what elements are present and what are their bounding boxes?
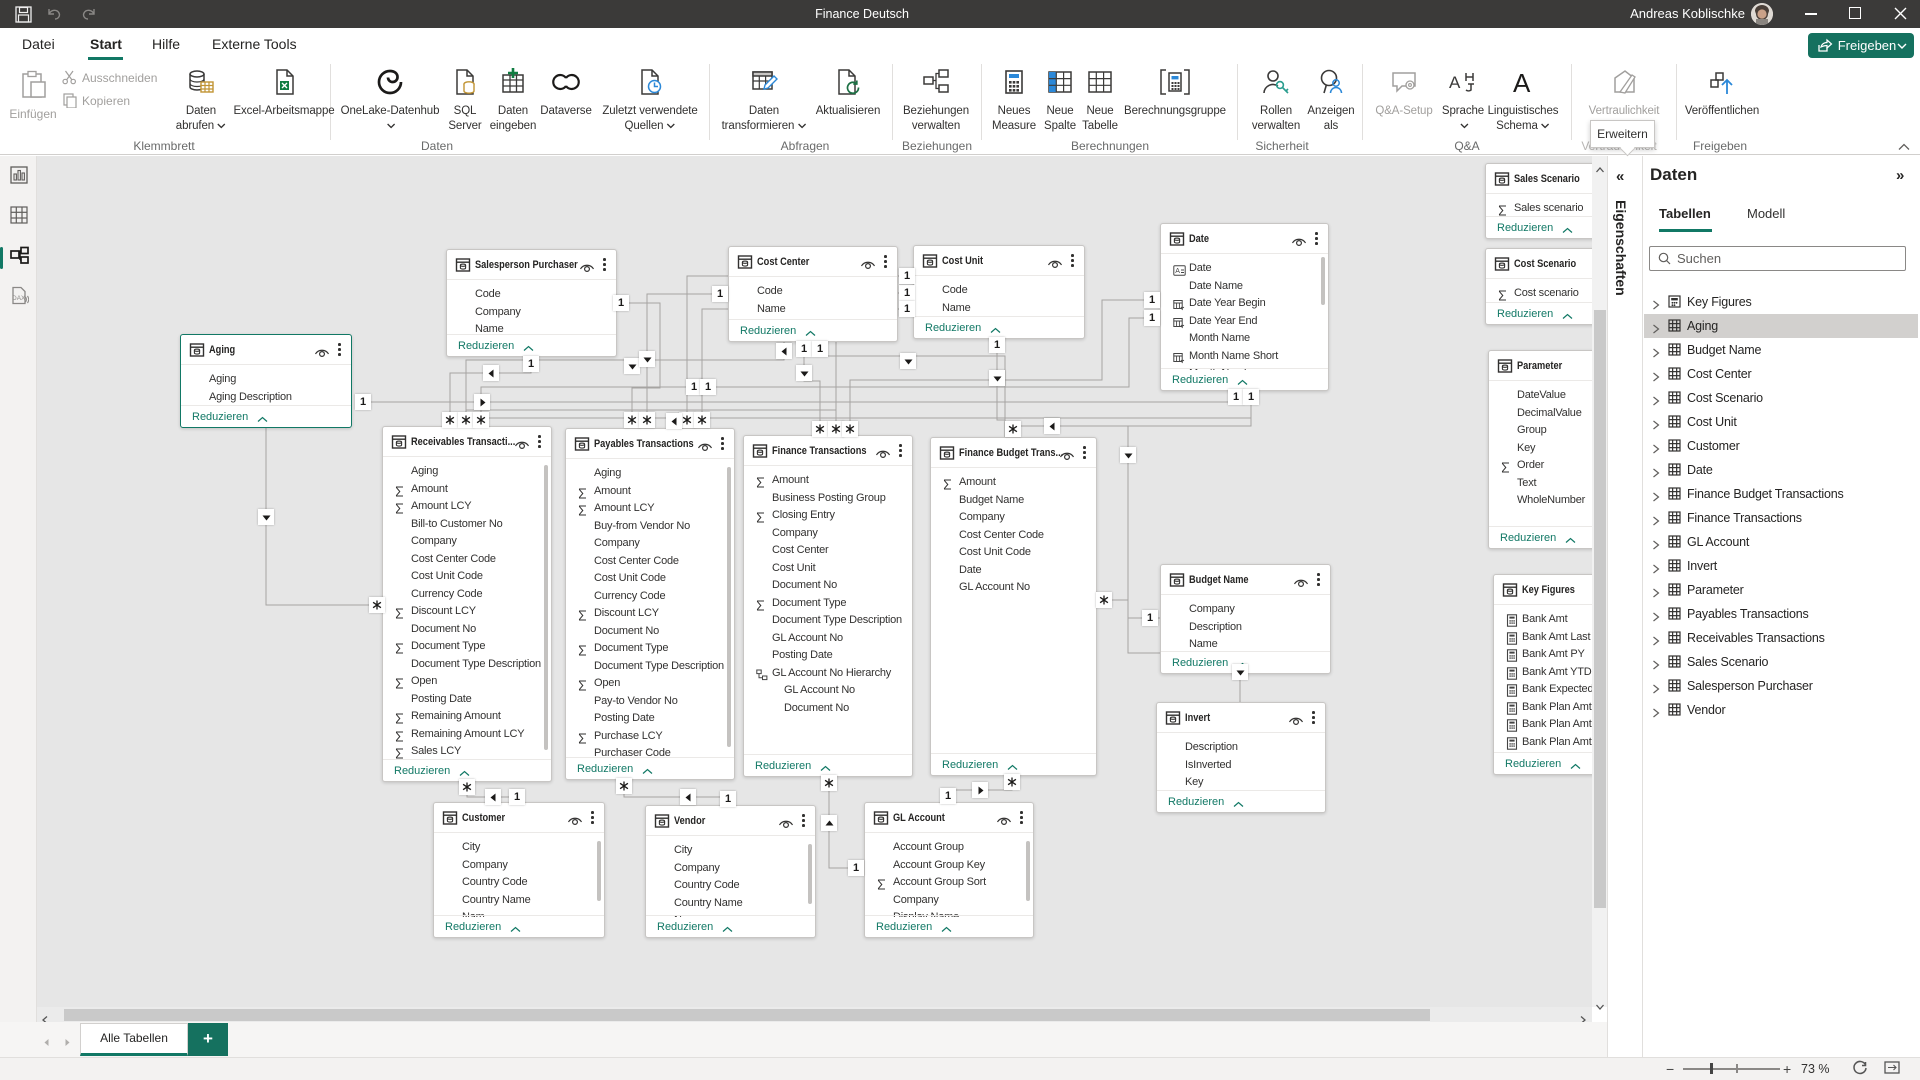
svg-text:A: A (1175, 268, 1180, 275)
